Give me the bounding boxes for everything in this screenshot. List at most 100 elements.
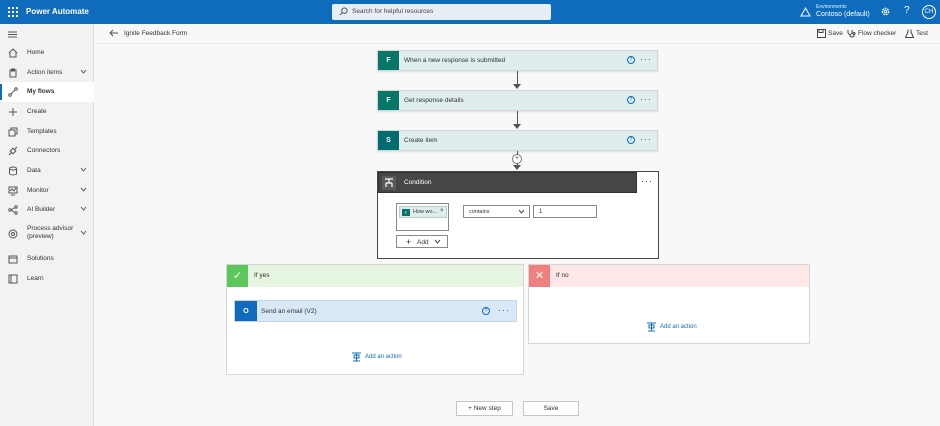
arrow-down-icon (513, 84, 521, 89)
remove-token-icon[interactable]: × (440, 208, 444, 214)
nav-label-line1: Process advisor (27, 225, 74, 232)
flow-step-card[interactable]: S Create item ? ··· (377, 130, 658, 151)
test-command-label: Test (916, 30, 928, 37)
save-button[interactable]: Save (523, 401, 579, 416)
condition-operand-field[interactable]: F How wo... × (396, 203, 449, 231)
help-icon[interactable]: ? (482, 307, 490, 315)
back-arrow-icon[interactable] (109, 29, 118, 37)
active-indicator (0, 84, 2, 100)
nav-label: Solutions (27, 255, 54, 262)
step-title: Get response details (404, 97, 464, 104)
flow-step-card[interactable]: F When a new response is submitted ? ··· (377, 50, 658, 71)
flow-step-card[interactable]: F Get response details ? ··· (377, 90, 658, 111)
chevron-down-icon (434, 239, 441, 244)
flow-name: Ignite Feedback Form (124, 30, 188, 37)
new-step-button[interactable]: + New step (456, 401, 513, 416)
chevron-down-icon[interactable] (80, 206, 87, 211)
nav-item-action-items[interactable]: Action items (0, 63, 94, 83)
send-email-card[interactable]: O Send an email (V2) ? ··· (234, 300, 517, 322)
more-options-icon[interactable]: ··· (640, 94, 652, 104)
database-icon (9, 166, 17, 176)
nav-item-data[interactable]: Data (0, 161, 94, 181)
chevron-down-icon[interactable] (80, 69, 87, 74)
if-no-branch: ✕ If no Add an action (528, 264, 810, 344)
process-advisor-icon (8, 229, 18, 239)
help-icon[interactable]: ? (627, 56, 635, 64)
forms-icon: F (402, 209, 410, 216)
nav-label: Templates (27, 128, 57, 135)
nav-item-solutions[interactable]: Solutions (0, 249, 94, 269)
nav-label: Create (27, 108, 47, 115)
plus-icon: + (406, 237, 412, 247)
nav-label: Home (27, 49, 45, 56)
nav-label: Action items (27, 69, 63, 76)
more-options-icon[interactable]: ··· (640, 54, 652, 64)
nav-item-learn[interactable]: Learn (0, 269, 94, 289)
nav-label: Learn (27, 275, 44, 282)
help-icon[interactable]: ? (627, 96, 635, 104)
condition-header[interactable]: Condition (378, 172, 637, 193)
nav-item-my-flows[interactable]: My flows (0, 82, 94, 102)
more-options-icon[interactable]: ··· (498, 305, 510, 315)
connector-line (517, 71, 518, 84)
environment-name[interactable]: Contoso (default) (816, 11, 870, 18)
nav-item-connectors[interactable]: Connectors (0, 141, 94, 161)
avatar[interactable]: CH (922, 5, 936, 19)
chevron-down-icon[interactable] (80, 187, 87, 192)
if-yes-header[interactable]: ✓ If yes (227, 265, 523, 287)
nav-item-process-advisor[interactable]: Process advisor (preview) (0, 220, 94, 246)
nav-item-templates[interactable]: Templates (0, 122, 94, 142)
operator-dropdown[interactable]: contains (463, 205, 530, 218)
solutions-icon (8, 255, 18, 264)
close-icon: ✕ (529, 265, 550, 287)
nav-label: Monitor (27, 187, 49, 194)
condition-value: 1 (539, 209, 543, 215)
flow-checker-command[interactable]: Flow checker (847, 29, 902, 39)
top-bar: Power Automate Search for helpful resour… (0, 0, 940, 24)
flask-icon (905, 29, 914, 38)
app-launcher-icon[interactable] (8, 7, 18, 17)
gear-icon[interactable] (880, 6, 891, 17)
search-box[interactable]: Search for helpful resources (332, 4, 551, 20)
dynamic-content-token[interactable]: F How wo... × (399, 206, 447, 218)
flow-checker-label: Flow checker (858, 30, 897, 37)
chevron-down-icon (518, 209, 525, 214)
hamburger-menu-icon[interactable] (8, 31, 17, 38)
step-title: Send an email (V2) (261, 308, 317, 315)
nav-label: Data (27, 167, 41, 174)
help-icon[interactable]: ? (627, 136, 635, 144)
nav-item-ai-builder[interactable]: AI Builder (0, 200, 94, 220)
more-options-icon[interactable]: ··· (641, 176, 653, 186)
if-no-header[interactable]: ✕ If no (529, 265, 809, 287)
insert-step-icon[interactable]: + (512, 154, 522, 164)
if-yes-branch: ✓ If yes O Send an email (V2) ? ··· Add … (226, 264, 524, 375)
add-condition-button[interactable]: + Add (396, 235, 448, 248)
save-command[interactable]: Save (817, 29, 845, 39)
environment-label: Environments (816, 4, 847, 10)
connector-line (517, 111, 518, 124)
more-options-icon[interactable]: ··· (640, 134, 652, 144)
app-name[interactable]: Power Automate (26, 7, 89, 16)
nav-label: Connectors (27, 147, 61, 154)
sharepoint-icon: S (378, 131, 399, 150)
search-icon (339, 7, 348, 16)
home-icon (8, 48, 18, 58)
nav-item-create[interactable]: Create (0, 102, 94, 122)
arrow-down-icon (513, 124, 521, 129)
condition-card: Condition ··· F How wo... × contains 1 +… (377, 171, 659, 259)
command-bar: Ignite Feedback Form Save Flow checker T… (95, 24, 940, 44)
add-action-icon (352, 352, 361, 362)
nav-item-home[interactable]: Home (0, 43, 94, 63)
help-icon[interactable]: ? (904, 5, 910, 16)
branch-title: If no (556, 272, 569, 279)
forms-icon: F (378, 91, 399, 110)
branch-title: If yes (254, 272, 270, 279)
condition-value-input[interactable]: 1 (533, 205, 597, 218)
operator-value: contains (469, 209, 490, 215)
chevron-down-icon[interactable] (80, 230, 87, 235)
test-command[interactable]: Test (905, 29, 933, 39)
chevron-down-icon[interactable] (80, 167, 87, 172)
flow-icon (8, 87, 18, 97)
nav-item-monitor[interactable]: Monitor (0, 181, 94, 201)
templates-icon (8, 127, 18, 137)
